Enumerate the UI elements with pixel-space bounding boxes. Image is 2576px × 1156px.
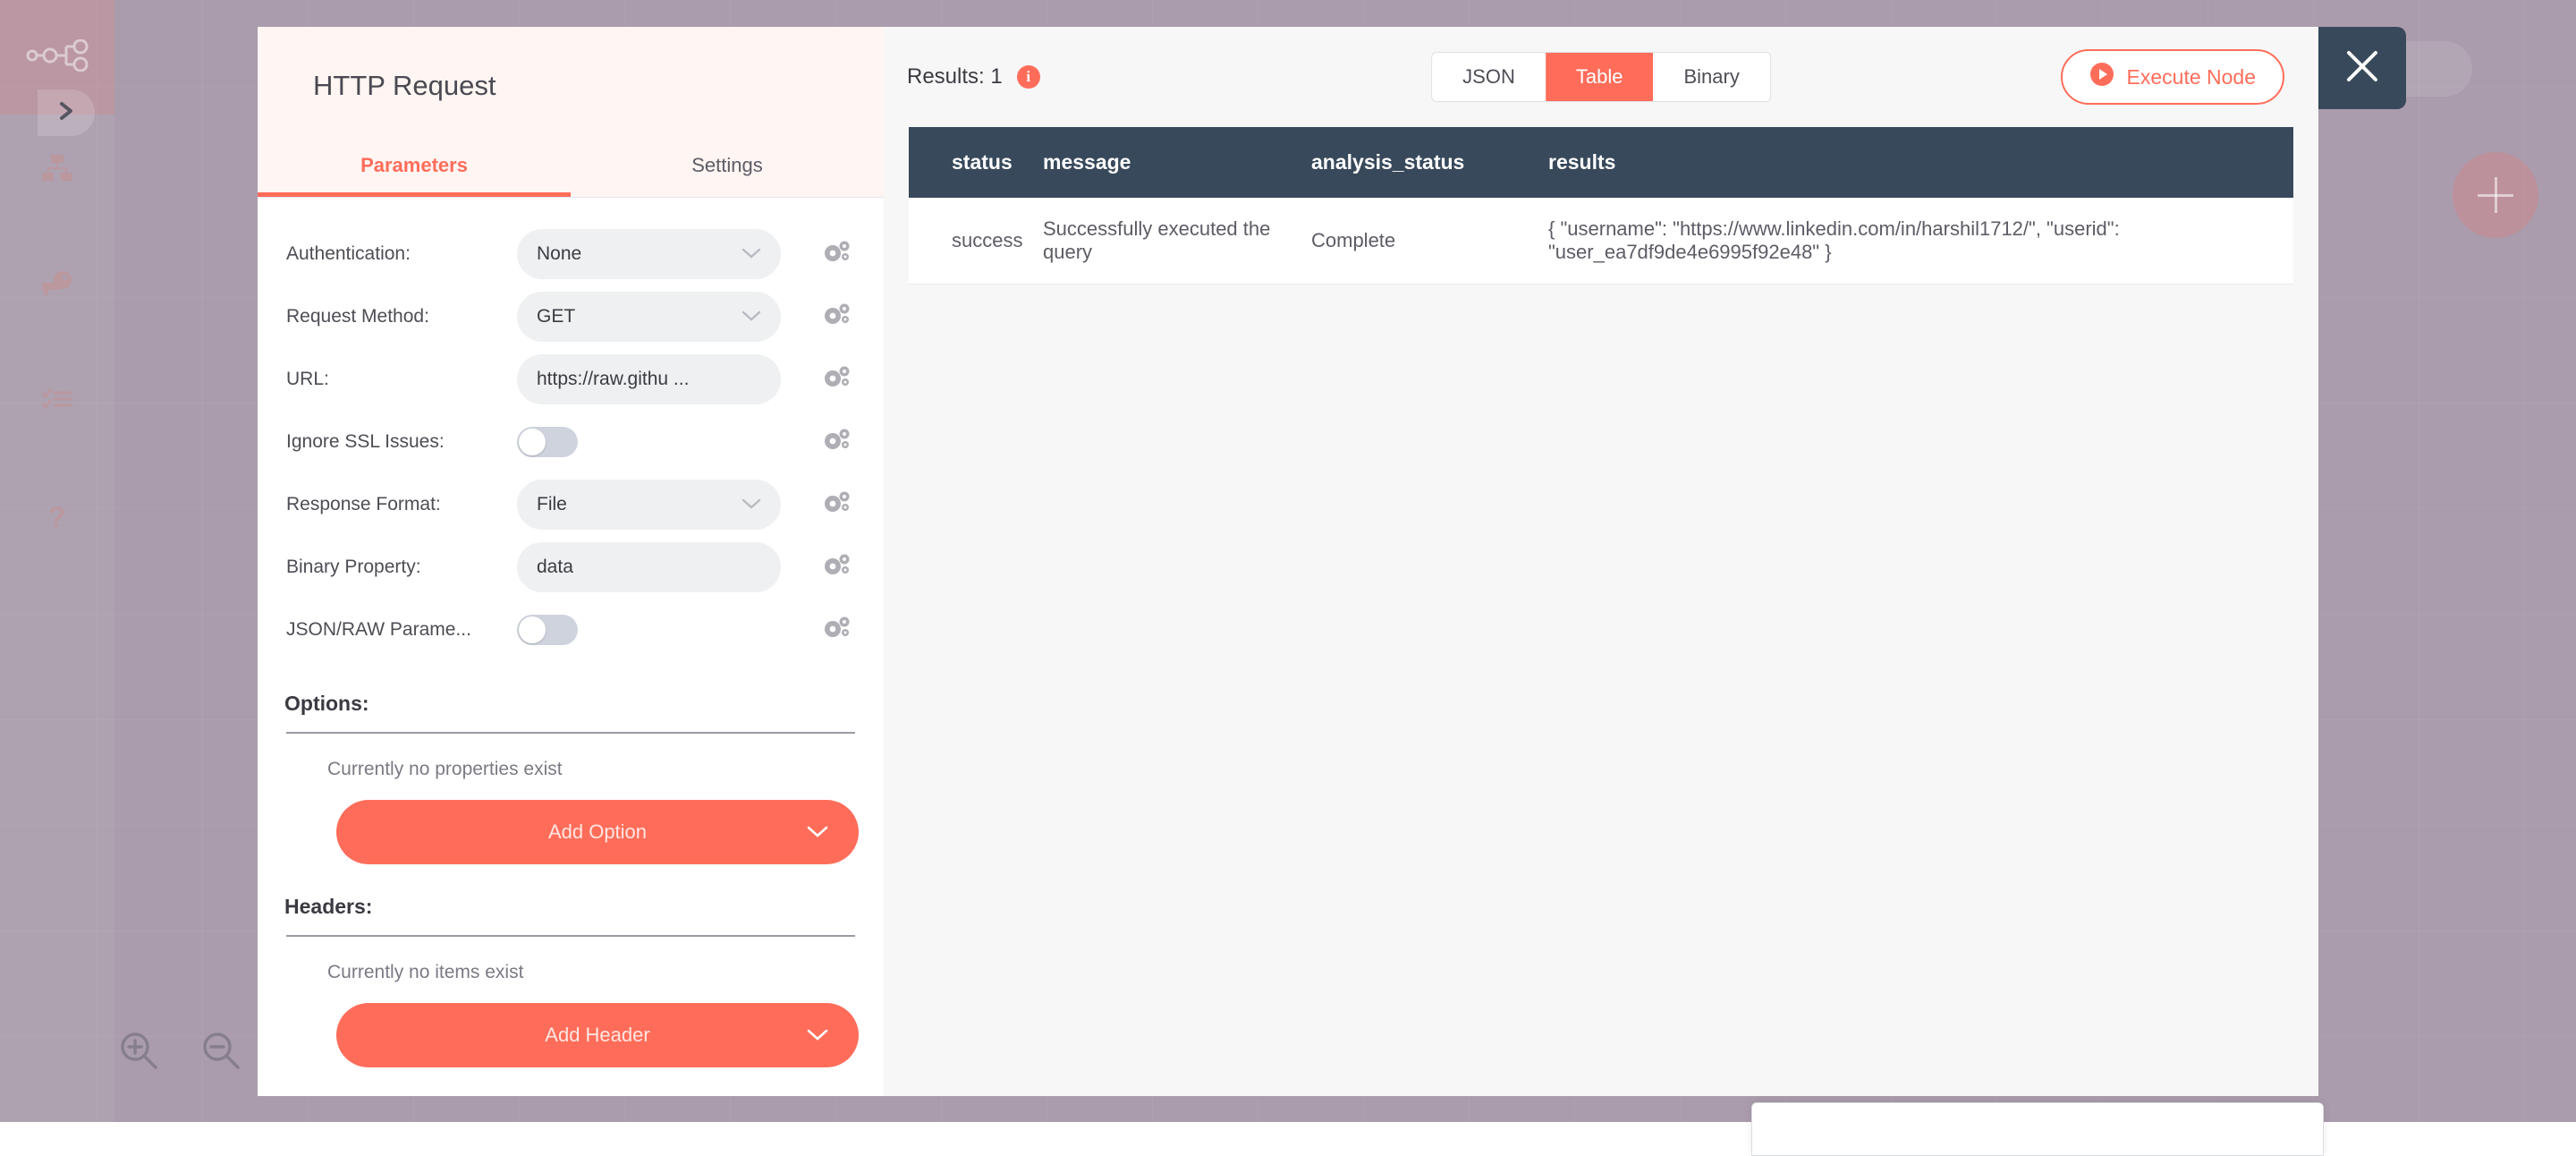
output-header: Results: 1 i JSON Table Binary Execute N…	[884, 27, 2318, 127]
tab-settings[interactable]: Settings	[571, 141, 884, 197]
section-title-headers: Headers:	[258, 864, 884, 919]
headers-empty-note: Currently no items exist	[258, 937, 884, 983]
gears-icon[interactable]	[824, 303, 851, 331]
param-label: Response Format:	[286, 494, 517, 515]
param-row-ignore-ssl-issues: Ignore SSL Issues:	[258, 411, 884, 473]
chevron-down-icon	[807, 820, 828, 844]
param-label: URL:	[286, 369, 517, 390]
chevron-down-icon	[741, 306, 761, 327]
question-mark-icon: ?	[46, 502, 69, 537]
sidebar-item-executions[interactable]	[0, 371, 114, 434]
execute-node-button[interactable]: Execute Node	[2061, 49, 2284, 105]
add-header-label: Add Header	[545, 1024, 649, 1047]
results-table: status message analysis_status results s…	[909, 127, 2293, 285]
param-row-url: URL: https://raw.githu ...	[258, 348, 884, 411]
key-icon	[42, 271, 72, 302]
info-icon[interactable]: i	[1017, 65, 1040, 89]
svg-text:?: ?	[48, 502, 66, 532]
param-label: Ignore SSL Issues:	[286, 431, 517, 453]
parameter-tabs: Parameters Settings	[258, 141, 884, 197]
section-title-options: Options:	[258, 661, 884, 716]
sidebar-expand-button[interactable]	[38, 89, 95, 136]
gears-icon[interactable]	[824, 554, 851, 582]
workflow-nodes-icon	[25, 39, 89, 76]
add-option-label: Add Option	[548, 820, 647, 844]
gears-icon[interactable]	[824, 616, 851, 644]
param-row-json-raw-parameters: JSON/RAW Parame...	[258, 599, 884, 661]
play-circle-icon	[2089, 62, 2114, 92]
tab-table[interactable]: Table	[1546, 53, 1654, 101]
checklist-icon	[42, 388, 72, 418]
chevron-down-icon	[807, 1024, 828, 1047]
gears-icon[interactable]	[824, 491, 851, 519]
gears-icon[interactable]	[824, 366, 851, 394]
parameters-header: HTTP Request Parameters Settings	[258, 27, 884, 197]
sitemap-icon	[41, 154, 73, 187]
sidebar-item-credentials[interactable]	[0, 255, 114, 318]
cell-message: Successfully executed the query	[1043, 198, 1311, 285]
zoom-in-icon[interactable]	[118, 1030, 159, 1075]
param-label: Authentication:	[286, 243, 517, 265]
page-title: HTTP Request	[258, 27, 884, 102]
param-label: Request Method:	[286, 306, 517, 327]
param-value: GET	[537, 306, 575, 327]
table-header-row: status message analysis_status results	[909, 127, 2293, 198]
authentication-select[interactable]: None	[517, 229, 781, 279]
gears-icon[interactable]	[824, 429, 851, 456]
cell-status: success	[909, 198, 1043, 285]
param-row-request-method: Request Method: GET	[258, 285, 884, 348]
zoom-controls	[118, 1030, 242, 1075]
tab-parameters[interactable]: Parameters	[258, 141, 571, 197]
sidebar-item-workflows[interactable]	[0, 139, 114, 201]
close-icon	[2343, 47, 2382, 90]
results-count: Results: 1	[907, 64, 1003, 89]
tab-binary[interactable]: Binary	[1653, 53, 1769, 101]
zoom-out-icon[interactable]	[200, 1030, 242, 1075]
chevron-right-icon	[57, 100, 75, 126]
column-header-results[interactable]: results	[1548, 127, 2293, 198]
canvas-add-node-button[interactable]	[2453, 152, 2538, 238]
param-label: JSON/RAW Parame...	[286, 619, 517, 641]
chevron-down-icon	[741, 494, 761, 515]
param-label: Binary Property:	[286, 557, 517, 578]
chevron-down-icon	[741, 243, 761, 265]
add-option-button[interactable]: Add Option	[336, 800, 859, 864]
close-button[interactable]	[2318, 27, 2406, 109]
sidebar: ?	[0, 0, 114, 1122]
column-header-analysis-status[interactable]: analysis_status	[1311, 127, 1548, 198]
bottom-panel-peek	[1751, 1102, 2324, 1156]
json-raw-parameters-toggle[interactable]	[517, 615, 578, 645]
url-input[interactable]: https://raw.githu ...	[517, 354, 781, 404]
param-row-response-format: Response Format: File	[258, 473, 884, 536]
sidebar-item-help[interactable]: ?	[0, 488, 114, 550]
param-value: File	[537, 494, 567, 515]
add-header-button[interactable]: Add Header	[336, 1003, 859, 1067]
parameters-panel: HTTP Request Parameters Settings Authent…	[258, 27, 884, 1096]
param-value: data	[537, 557, 573, 578]
column-header-status[interactable]: status	[909, 127, 1043, 198]
column-header-message[interactable]: message	[1043, 127, 1311, 198]
param-row-authentication: Authentication: None	[258, 223, 884, 285]
options-empty-note: Currently no properties exist	[258, 734, 884, 780]
table-row[interactable]: success Successfully executed the query …	[909, 198, 2293, 285]
parameters-body: Authentication: None Request	[258, 198, 884, 1096]
output-view-switch: JSON Table Binary	[1431, 52, 1771, 102]
binary-property-input[interactable]: data	[517, 542, 781, 592]
cell-analysis-status: Complete	[1311, 198, 1548, 285]
execute-node-label: Execute Node	[2127, 65, 2256, 89]
output-panel: Results: 1 i JSON Table Binary Execute N…	[884, 27, 2318, 1096]
response-format-select[interactable]: File	[517, 480, 781, 530]
param-value: https://raw.githu ...	[537, 369, 689, 390]
param-row-binary-property: Binary Property: data	[258, 536, 884, 599]
param-value: None	[537, 243, 581, 265]
tab-json[interactable]: JSON	[1432, 53, 1546, 101]
request-method-select[interactable]: GET	[517, 292, 781, 342]
output-body: status message analysis_status results s…	[884, 127, 2318, 1096]
ignore-ssl-toggle[interactable]	[517, 427, 578, 457]
cell-results: { "username": "https://www.linkedin.com/…	[1548, 198, 2293, 285]
node-detail-view: HTTP Request Parameters Settings Authent…	[258, 27, 2318, 1096]
gears-icon[interactable]	[824, 241, 851, 268]
